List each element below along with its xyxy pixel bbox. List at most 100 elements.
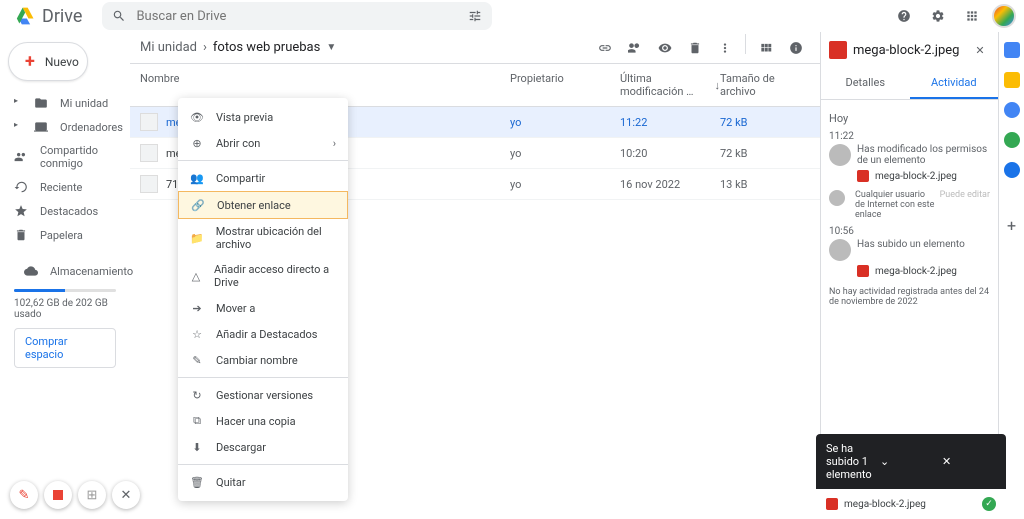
star-icon: ☆ bbox=[190, 327, 204, 341]
file-thumb bbox=[140, 144, 158, 162]
preview-icon[interactable] bbox=[651, 34, 679, 62]
menu-eye[interactable]: 👁Vista previa bbox=[178, 104, 348, 130]
trash-icon: 🗑 bbox=[190, 475, 204, 489]
contacts2-app-icon[interactable] bbox=[1004, 162, 1020, 178]
chevron-down-icon[interactable]: ▼ bbox=[326, 42, 336, 53]
header: Drive bbox=[0, 0, 1024, 32]
close-icon[interactable]: ✕ bbox=[942, 455, 996, 468]
calendar-app-icon[interactable] bbox=[1004, 42, 1020, 58]
cloud-icon bbox=[24, 264, 38, 278]
menu-versions[interactable]: ↻Gestionar versiones bbox=[178, 382, 348, 408]
menu-share[interactable]: 👥Compartir bbox=[178, 165, 348, 191]
avatar bbox=[829, 144, 851, 166]
menu-copy[interactable]: ⧉Hacer una copia bbox=[178, 408, 348, 434]
plus-icon: + bbox=[25, 51, 35, 72]
share-icon: 👥 bbox=[190, 171, 204, 185]
search-bar[interactable] bbox=[102, 2, 492, 30]
sidebar: + Nuevo ▸Mi unidad▸OrdenadoresCompartido… bbox=[0, 32, 130, 519]
add-app-icon[interactable]: + bbox=[1007, 216, 1016, 235]
storage-text: 102,62 GB de 202 GB usado bbox=[14, 298, 116, 320]
header-actions bbox=[890, 2, 1016, 30]
menu-link[interactable]: 🔗Obtener enlace bbox=[178, 191, 348, 219]
grid-view-icon[interactable] bbox=[752, 34, 780, 62]
file-thumb bbox=[140, 113, 158, 131]
link-icon: 🔗 bbox=[191, 198, 205, 212]
keep-app-icon[interactable] bbox=[1004, 72, 1020, 88]
breadcrumb-root[interactable]: Mi unidad bbox=[140, 40, 197, 55]
rec-draw-button[interactable]: ✎ bbox=[10, 481, 38, 509]
search-tune-icon[interactable] bbox=[468, 9, 482, 23]
nav-compartido-conmigo[interactable]: Compartido conmigo bbox=[4, 139, 126, 175]
nav-reciente[interactable]: Reciente bbox=[4, 175, 126, 199]
nav-ordenadores[interactable]: ▸Ordenadores bbox=[4, 115, 126, 139]
menu-star[interactable]: ☆Añadir a Destacados bbox=[178, 321, 348, 347]
link-icon[interactable] bbox=[591, 34, 619, 62]
search-icon bbox=[112, 9, 126, 23]
chevron-right-icon: › bbox=[333, 137, 336, 150]
col-owner[interactable]: Propietario bbox=[510, 72, 620, 98]
menu-rename[interactable]: ✎Cambiar nombre bbox=[178, 347, 348, 373]
close-icon[interactable]: ✕ bbox=[970, 40, 990, 60]
user-avatar[interactable] bbox=[992, 4, 1016, 28]
rec-stop-button[interactable] bbox=[44, 481, 72, 509]
rec-pause-button[interactable]: ⊞ bbox=[78, 481, 106, 509]
avatar bbox=[829, 239, 851, 261]
drive-logo[interactable]: Drive bbox=[8, 6, 90, 27]
image-icon bbox=[857, 265, 869, 277]
menu-folder[interactable]: 📁Mostrar ubicación del archivo bbox=[178, 219, 348, 257]
nav-papelera[interactable]: Papelera bbox=[4, 223, 126, 247]
tasks-app-icon[interactable] bbox=[1004, 102, 1020, 118]
buy-storage-button[interactable]: Comprar espacio bbox=[14, 328, 116, 368]
col-name[interactable]: Nombre bbox=[140, 72, 510, 98]
image-icon bbox=[829, 41, 847, 59]
trash-icon[interactable] bbox=[681, 34, 709, 62]
activity-time: 11:22 bbox=[829, 131, 990, 142]
activity-time: 10:56 bbox=[829, 226, 990, 237]
col-size[interactable]: Tamaño de archivo bbox=[720, 72, 810, 98]
image-icon bbox=[826, 498, 838, 510]
activity-file[interactable]: mega-block-2.jpeg bbox=[857, 170, 990, 182]
activity-item: Has modificado los permisos de un elemen… bbox=[829, 144, 990, 166]
more-icon[interactable] bbox=[711, 34, 739, 62]
share-icon[interactable] bbox=[621, 34, 649, 62]
apps-icon[interactable] bbox=[958, 2, 986, 30]
eye-icon: 👁 bbox=[190, 110, 204, 124]
breadcrumb: Mi unidad › fotos web pruebas ▼ bbox=[140, 40, 336, 55]
storage-bar bbox=[14, 289, 116, 292]
col-modified[interactable]: Última modificación …↓ bbox=[620, 72, 720, 98]
nav-mi-unidad[interactable]: ▸Mi unidad bbox=[4, 91, 126, 115]
recording-controls: ✎ ⊞ ✕ bbox=[10, 481, 140, 509]
contacts-app-icon[interactable] bbox=[1004, 132, 1020, 148]
drive-icon: △ bbox=[190, 269, 202, 283]
versions-icon: ↻ bbox=[190, 388, 204, 402]
open-icon: ⊕ bbox=[190, 136, 204, 150]
toast-title: Se ha subido 1 elemento bbox=[826, 442, 880, 481]
share-info: Cualquier usuario de Internet con este e… bbox=[857, 190, 990, 220]
new-label: Nuevo bbox=[45, 55, 79, 69]
help-icon[interactable] bbox=[890, 2, 918, 30]
details-title: mega-block-2.jpeg bbox=[853, 43, 964, 58]
storage-link[interactable]: Almacenamiento bbox=[14, 259, 116, 283]
info-icon[interactable] bbox=[782, 34, 810, 62]
tab-details[interactable]: Detalles bbox=[821, 68, 910, 99]
drive-icon bbox=[16, 6, 36, 26]
menu-open[interactable]: ⊕Abrir con› bbox=[178, 130, 348, 156]
breadcrumb-current[interactable]: fotos web pruebas bbox=[213, 40, 320, 55]
menu-trash[interactable]: 🗑Quitar bbox=[178, 469, 348, 495]
nav-destacados[interactable]: Destacados bbox=[4, 199, 126, 223]
search-input[interactable] bbox=[136, 9, 458, 24]
copy-icon: ⧉ bbox=[190, 414, 204, 428]
file-thumb bbox=[140, 175, 158, 193]
menu-move[interactable]: ➔Mover a bbox=[178, 295, 348, 321]
rename-icon: ✎ bbox=[190, 353, 204, 367]
tab-activity[interactable]: Actividad bbox=[910, 68, 999, 99]
new-button[interactable]: + Nuevo bbox=[8, 42, 88, 81]
menu-download[interactable]: ⬇Descargar bbox=[178, 434, 348, 460]
no-activity-text: No hay actividad registrada antes del 24… bbox=[829, 287, 990, 307]
rec-cancel-button[interactable]: ✕ bbox=[112, 481, 140, 509]
menu-drive[interactable]: △Añadir acceso directo a Drive bbox=[178, 257, 348, 295]
move-icon: ➔ bbox=[190, 301, 204, 315]
chevron-down-icon[interactable]: ⌄ bbox=[880, 455, 934, 468]
settings-icon[interactable] bbox=[924, 2, 952, 30]
activity-file[interactable]: mega-block-2.jpeg bbox=[857, 265, 990, 277]
